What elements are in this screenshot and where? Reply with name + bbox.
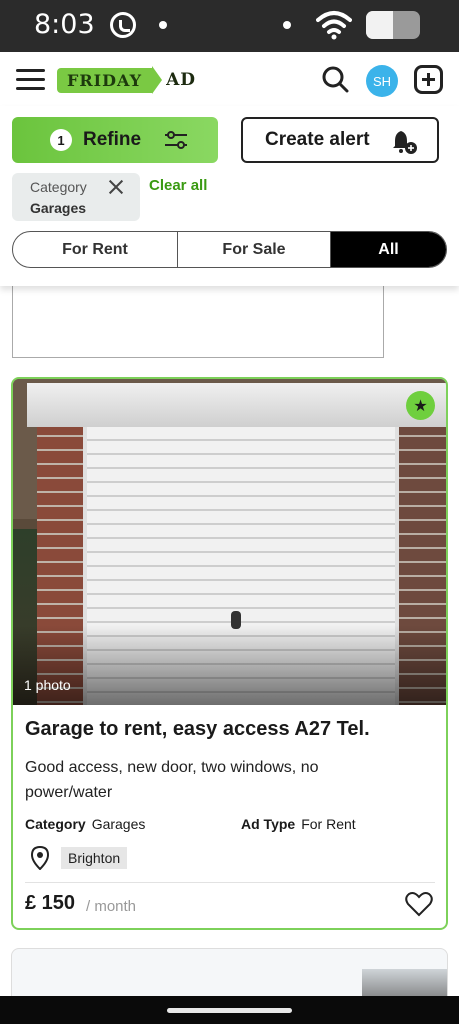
listing-category: Category Garages (25, 816, 145, 832)
price-period: / month (86, 898, 137, 915)
battery-icon (366, 11, 420, 39)
listing-card[interactable]: 1 photo ★ Garage to rent, easy access A2… (11, 377, 448, 930)
chip-value: Garages (30, 200, 87, 216)
listing-description: Good access, new door, two windows, no p… (25, 759, 319, 801)
category-value: Garages (91, 816, 146, 832)
battery-fill (366, 11, 393, 39)
home-gesture-handle[interactable] (167, 1008, 292, 1013)
create-alert-label: Create alert (265, 129, 370, 150)
category-filter-chip[interactable]: Category Garages (12, 173, 140, 221)
system-nav-bar (0, 996, 459, 1024)
bell-plus-icon (393, 131, 417, 154)
ad-type-value: For Rent (301, 816, 356, 832)
segment-for-rent[interactable]: For Rent (13, 232, 178, 267)
wifi-icon (316, 11, 352, 40)
listing-title[interactable]: Garage to rent, easy access A27 Tel. (25, 718, 370, 741)
notification-dot-icon (283, 21, 291, 29)
divider (25, 882, 435, 883)
photo-count: 1 photo (24, 677, 71, 693)
menu-icon[interactable] (16, 69, 45, 91)
close-icon[interactable] (108, 179, 124, 195)
notification-dot-icon (159, 21, 167, 29)
avatar[interactable]: SH (366, 65, 398, 97)
listing-price: £ 150 (25, 892, 76, 914)
heart-icon[interactable] (405, 891, 433, 917)
filter-panel: 1 Refine Create alert Category Garages C… (0, 106, 459, 286)
featured-star-icon: ★ (406, 391, 435, 420)
logo-ad: AD (166, 70, 196, 90)
search-icon[interactable] (321, 65, 349, 93)
whatsapp-icon (110, 12, 136, 38)
location-badge: Brighton (61, 847, 128, 869)
status-bar: 8:03 (0, 0, 459, 52)
category-label: Category (25, 816, 86, 832)
status-time: 8:03 (34, 9, 95, 40)
location-pin-icon (30, 846, 50, 870)
create-alert-button[interactable]: Create alert (241, 117, 439, 163)
segment-all[interactable]: All (331, 232, 446, 267)
listing-ad-type: Ad Type For Rent (241, 816, 356, 832)
logo-arrow (152, 66, 163, 94)
ad-type-label: Ad Type (241, 816, 296, 832)
friday-ad-logo[interactable]: FRIDAY AD (57, 66, 196, 94)
logo-friday: FRIDAY (57, 67, 153, 93)
refine-count-badge: 1 (50, 129, 72, 151)
add-icon[interactable] (414, 65, 443, 94)
segment-for-sale[interactable]: For Sale (178, 232, 331, 267)
sliders-icon (165, 131, 187, 149)
app-header: FRIDAY AD SH (0, 52, 459, 106)
listing-type-toggle: For Rent For Sale All (12, 231, 447, 268)
listing-photo[interactable]: 1 photo (13, 379, 446, 705)
ad-banner[interactable]: 31 (12, 286, 384, 358)
clear-all-link[interactable]: Clear all (149, 177, 207, 194)
refine-button[interactable]: 1 Refine (12, 117, 218, 163)
refine-label: Refine (83, 129, 142, 150)
